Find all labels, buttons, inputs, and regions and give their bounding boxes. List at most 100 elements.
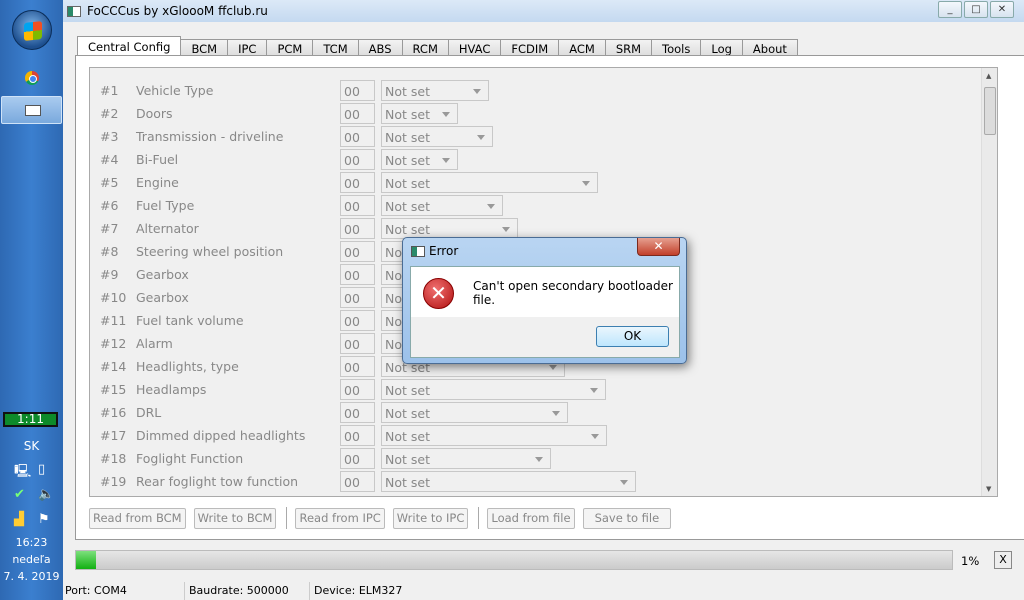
progress-bar xyxy=(75,550,953,570)
row-value-field[interactable]: 00 xyxy=(340,149,375,170)
row-label: Steering wheel position xyxy=(136,244,284,259)
row-value-field[interactable]: 00 xyxy=(340,195,375,216)
start-button[interactable] xyxy=(12,10,52,50)
battery-icon[interactable]: ▯ xyxy=(38,462,45,477)
flag-icon[interactable]: ⚑ xyxy=(38,512,50,527)
network-icon[interactable]: 🖳 xyxy=(14,462,31,484)
row-select[interactable]: Not set xyxy=(381,425,607,446)
close-button[interactable]: ✕ xyxy=(990,1,1014,18)
config-row: #6 Fuel Type 00 Not set xyxy=(90,195,970,216)
dialog-title: Error xyxy=(429,244,459,258)
row-select[interactable]: Not set xyxy=(381,149,458,170)
row-value-field[interactable]: 00 xyxy=(340,264,375,285)
cancel-button[interactable]: X xyxy=(994,551,1012,569)
row-select[interactable]: Not set xyxy=(381,103,458,124)
row-select[interactable]: Not set xyxy=(381,471,636,492)
load-from-file-button[interactable]: Load from file xyxy=(487,507,575,529)
write-to-ipc-button[interactable]: Write to IPC xyxy=(392,507,469,529)
read-from-ipc-button[interactable]: Read from IPC xyxy=(295,507,385,529)
row-number: #8 xyxy=(100,244,119,259)
row-select[interactable]: Not set xyxy=(381,402,568,423)
clock-date: 7. 4. 2019 xyxy=(3,570,60,583)
row-label: Dimmed dipped headlights xyxy=(136,428,306,443)
row-select[interactable]: Not set xyxy=(381,195,503,216)
row-value-field[interactable]: 00 xyxy=(340,356,375,377)
row-value-field[interactable]: 00 xyxy=(340,241,375,262)
clock-time[interactable]: 16:23 xyxy=(0,536,63,549)
row-value-field[interactable]: 00 xyxy=(340,425,375,446)
config-row: #18 Foglight Function 00 Not set xyxy=(90,448,970,469)
row-label: Vehicle Type xyxy=(136,83,214,98)
action-buttons: Read from BCM Write to BCM Read from IPC… xyxy=(89,507,679,529)
config-row: #2 Doors 00 Not set xyxy=(90,103,970,124)
row-number: #4 xyxy=(100,152,119,167)
scroll-up-icon[interactable]: ▲ xyxy=(986,72,991,80)
write-to-bcm-button[interactable]: Write to BCM xyxy=(193,507,277,529)
row-number: #15 xyxy=(100,382,127,397)
row-value-field[interactable]: 00 xyxy=(340,103,375,124)
row-value-field[interactable]: 00 xyxy=(340,448,375,469)
signal-icon[interactable]: ▟ xyxy=(14,512,24,527)
row-value-field[interactable]: 00 xyxy=(340,287,375,308)
row-value-field[interactable]: 00 xyxy=(340,379,375,400)
config-row: #1 Vehicle Type 00 Not set xyxy=(90,80,970,101)
save-to-file-button[interactable]: Save to file xyxy=(582,507,672,529)
config-row: #3 Transmission - driveline 00 Not set xyxy=(90,126,970,147)
row-value-field[interactable]: 00 xyxy=(340,402,375,423)
row-number: #7 xyxy=(100,221,119,236)
row-label: DRL xyxy=(136,405,162,420)
row-number: #16 xyxy=(100,405,127,420)
row-number: #11 xyxy=(100,313,127,328)
row-value-field[interactable]: 00 xyxy=(340,126,375,147)
status-port: Port: COM4 xyxy=(63,582,185,600)
vertical-scrollbar[interactable]: ▲ ▼ xyxy=(981,68,997,496)
ok-button[interactable]: OK xyxy=(596,326,669,347)
usb-ok-icon[interactable]: ✔ xyxy=(14,487,25,502)
row-label: Rear foglight tow function xyxy=(136,474,299,489)
maximize-button[interactable]: □ xyxy=(964,1,988,18)
row-select[interactable]: Not set xyxy=(381,448,551,469)
row-value-field[interactable]: 00 xyxy=(340,471,375,492)
row-value-field[interactable]: 00 xyxy=(340,172,375,193)
chrome-icon[interactable] xyxy=(25,71,39,85)
row-select[interactable]: Not set xyxy=(381,126,493,147)
row-label: Alarm xyxy=(136,336,173,351)
taskbar-app-focccus[interactable] xyxy=(1,96,62,124)
row-value-field[interactable]: 00 xyxy=(340,80,375,101)
error-dialog: Error ✕ ✕ Can't open secondary bootloade… xyxy=(402,237,687,364)
minimize-button[interactable]: _ xyxy=(938,1,962,18)
row-number: #17 xyxy=(100,428,127,443)
row-label: Alternator xyxy=(136,221,199,236)
config-row: #17 Dimmed dipped headlights 00 Not set xyxy=(90,425,970,446)
read-from-bcm-button[interactable]: Read from BCM xyxy=(89,507,186,529)
row-number: #6 xyxy=(100,198,119,213)
row-label: Fuel Type xyxy=(136,198,195,213)
app-icon xyxy=(67,5,81,17)
row-value-field[interactable]: 00 xyxy=(340,310,375,331)
dialog-close-button[interactable]: ✕ xyxy=(637,238,680,256)
row-value-field[interactable]: 00 xyxy=(340,333,375,354)
clock-day: nedeľa xyxy=(12,553,51,566)
dialog-app-icon xyxy=(411,246,425,257)
status-baudrate: Baudrate: 500000 xyxy=(185,582,310,600)
row-select[interactable]: Not set xyxy=(381,218,518,239)
progress-percent: 1% xyxy=(961,554,980,568)
row-select[interactable]: Not set xyxy=(381,80,489,101)
scroll-down-icon[interactable]: ▼ xyxy=(986,485,991,493)
row-number: #5 xyxy=(100,175,119,190)
config-row: #4 Bi-Fuel 00 Not set xyxy=(90,149,970,170)
row-select[interactable]: Not set xyxy=(381,172,598,193)
progress-fill xyxy=(76,551,97,569)
battery-indicator[interactable]: 1:11 xyxy=(3,412,58,427)
row-number: #3 xyxy=(100,129,119,144)
divider xyxy=(286,507,288,529)
language-indicator[interactable]: SK xyxy=(0,439,63,453)
row-select[interactable]: Not set xyxy=(381,379,606,400)
window-title: FoCCCus by xGloooM ffclub.ru xyxy=(87,4,268,18)
taskbar: 1:11 SK 🖳 ▯ ✔ 🔈 ▟ ⚑ 16:23 nedeľa 7. 4. 2… xyxy=(0,0,63,600)
row-label: Doors xyxy=(136,106,173,121)
row-value-field[interactable]: 00 xyxy=(340,218,375,239)
scrollbar-thumb[interactable] xyxy=(984,87,996,135)
row-number: #18 xyxy=(100,451,127,466)
speaker-icon[interactable]: 🔈 xyxy=(38,487,54,502)
